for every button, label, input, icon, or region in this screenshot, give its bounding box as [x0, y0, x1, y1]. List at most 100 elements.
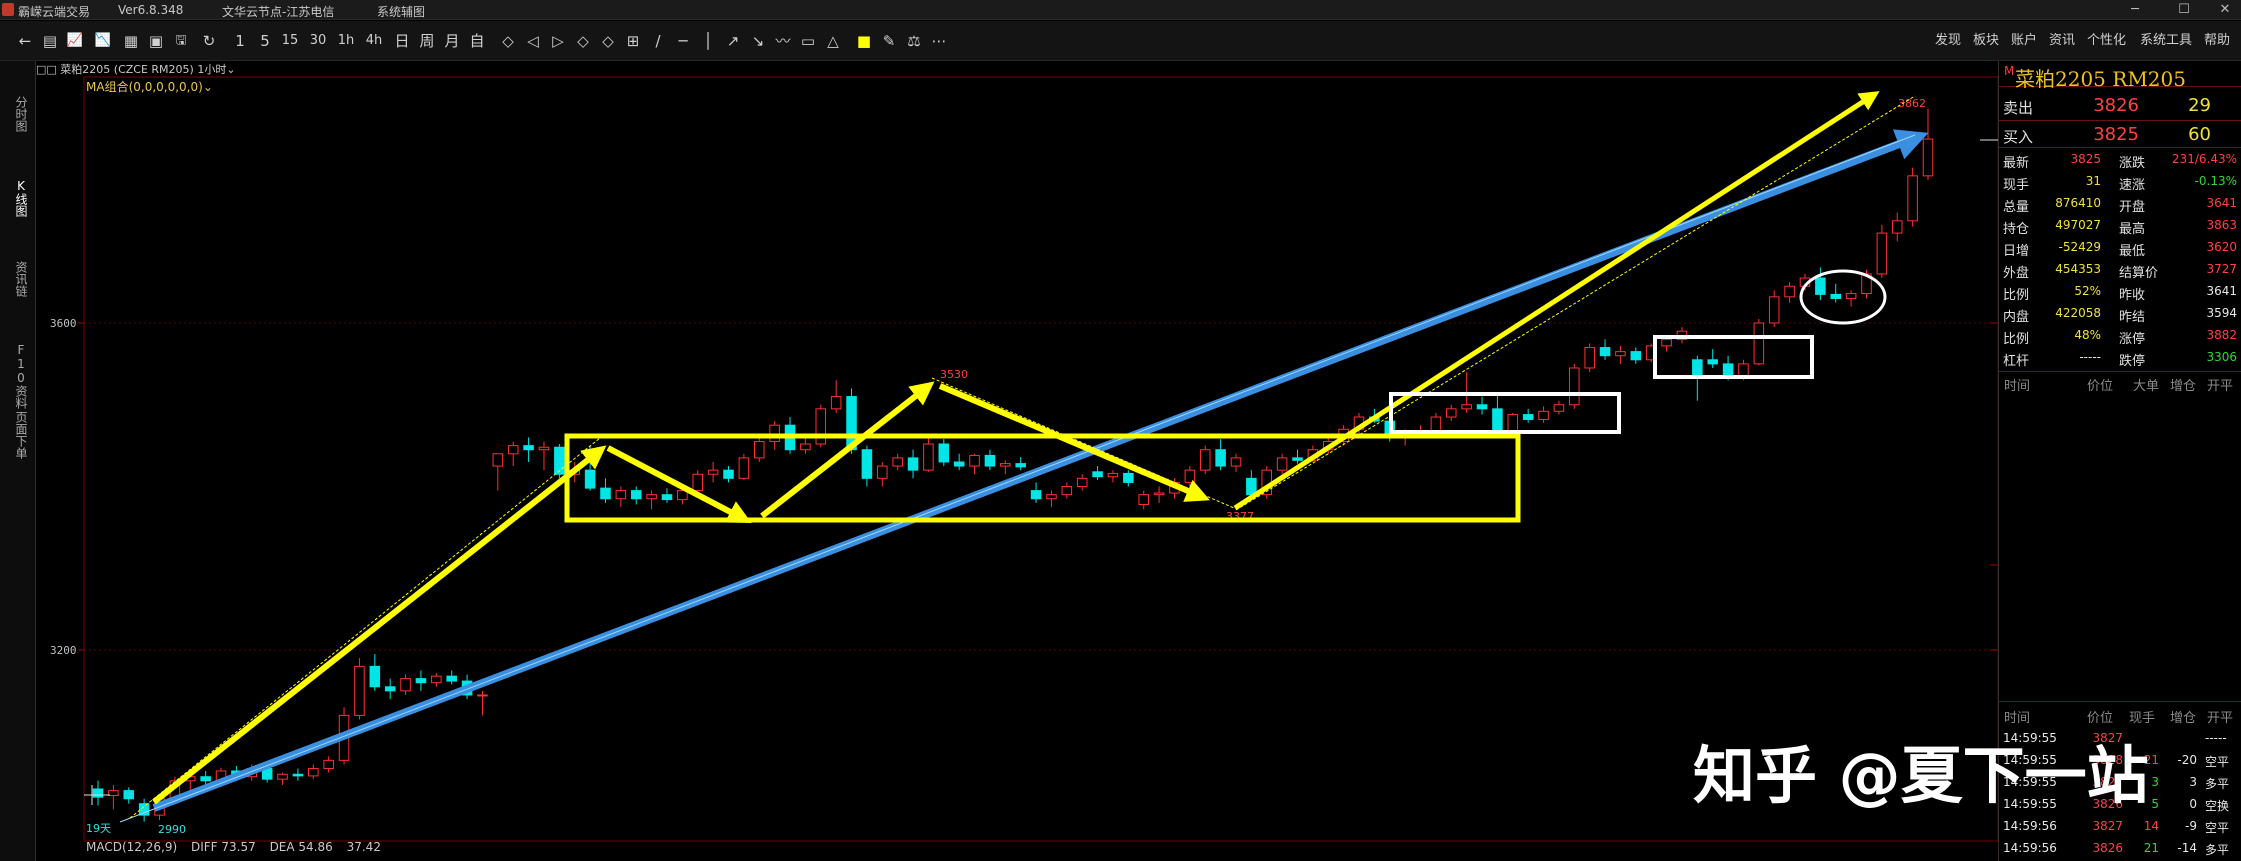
toolbar-icon[interactable]: ⚖ — [903, 29, 925, 53]
quote-title: M 菜粕2205 RM205 — [1999, 61, 2241, 91]
toolbar-icon[interactable]: ↗ — [722, 29, 744, 53]
minimize-button[interactable]: ─ — [2120, 1, 2150, 19]
quote-cell: 231/6.43% — [2171, 152, 2237, 166]
toolbar-icon[interactable]: 15 — [279, 29, 301, 53]
quote-cell: 杠杆 — [2003, 354, 2030, 369]
candle-up — [277, 773, 288, 780]
toolbar-icon[interactable]: 🖫 — [170, 29, 192, 53]
toolbar-icon[interactable]: 📈 — [64, 29, 86, 53]
menu-discover[interactable]: 发现 — [1935, 29, 1961, 53]
candle-down — [1123, 472, 1134, 483]
trade-tick-cell: 空换 — [2205, 799, 2230, 813]
tab-f10[interactable]: F10资料 — [8, 343, 28, 409]
candle-up — [769, 424, 780, 443]
tab-order-page[interactable]: 页面下单 — [8, 411, 28, 459]
toolbar-icon[interactable]: ◇ — [497, 29, 519, 53]
toolbar-icon[interactable]: ✎ — [878, 29, 900, 53]
tab-kline[interactable]: K线图 — [8, 179, 28, 217]
dashed-line-1 — [129, 437, 601, 819]
chevron-down-icon[interactable]: ⌄ — [226, 63, 235, 76]
menu-personalize[interactable]: 个性化 — [2087, 29, 2126, 53]
menu-system-tools[interactable]: 系统工具 — [2140, 29, 2192, 53]
quote-cell: ----- — [2079, 350, 2101, 364]
quote-cell: 比例 — [2003, 332, 2030, 347]
candle-down — [1246, 477, 1257, 496]
toolbar-icon[interactable]: ▭ — [797, 29, 819, 53]
period-select[interactable]: 1小时 — [197, 63, 226, 76]
toolbar-icon[interactable]: ← — [14, 29, 36, 53]
candle-up — [215, 770, 227, 782]
candle-up — [1784, 285, 1795, 298]
candle-down — [630, 490, 642, 500]
toolbar-icon[interactable]: ◇ — [572, 29, 594, 53]
quote-cell: 3306 — [2206, 350, 2237, 364]
candle-up — [400, 678, 411, 692]
toolbar-icon[interactable]: 5 — [254, 29, 276, 53]
candle-up — [338, 714, 350, 761]
toolbar-icon[interactable]: ↻ — [198, 29, 220, 53]
toolbar-icon[interactable]: ▣ — [145, 29, 167, 53]
candle-up — [308, 768, 319, 777]
menu-sector[interactable]: 板块 — [1973, 29, 1999, 53]
toolbar-icon[interactable]: ◇ — [597, 29, 619, 53]
server-menu[interactable]: 文华云节点-江苏电信 — [222, 3, 334, 20]
toolbar-icon[interactable]: ⋯ — [928, 29, 950, 53]
toolbar-icon[interactable]: 月 — [441, 29, 463, 53]
quote-cell: 48% — [2074, 328, 2101, 342]
toolbar-icon[interactable]: ◁ — [522, 29, 544, 53]
toolbar-icon[interactable]: ⊞ — [622, 29, 644, 53]
candle-up — [923, 443, 934, 471]
candle-up — [1230, 457, 1242, 467]
macd-label[interactable]: MACD(12,26,9) — [86, 840, 177, 854]
trade-header-1: 时间 价位 大单 增仓 开平 — [2004, 379, 2234, 394]
toolbar-icon[interactable]: 1h — [335, 29, 357, 53]
candle-down — [292, 773, 304, 777]
toolbar-icon[interactable]: / — [647, 29, 669, 53]
candle-up — [753, 441, 765, 459]
trade-tick-cell: 空平 — [2205, 755, 2230, 769]
toolbar-icon[interactable]: 30 — [307, 29, 329, 53]
menu-news[interactable]: 资讯 — [2049, 29, 2075, 53]
symbol-label[interactable]: □□ 菜粕2205 — [36, 63, 110, 76]
ma-indicator-label[interactable]: MA组合(0,0,0,0,0,0)⌄ — [86, 78, 213, 95]
toolbar-icon[interactable]: ↘ — [747, 29, 769, 53]
toolbar-icon[interactable]: 4h — [363, 29, 385, 53]
toolbar-icon[interactable]: 自 — [466, 29, 488, 53]
sell-row[interactable]: 卖出 3826 29 — [1999, 95, 2241, 117]
system-menu[interactable]: 系统辅图 — [377, 3, 425, 20]
toolbar-icon[interactable]: ▦ — [120, 29, 142, 53]
maximize-button[interactable]: ☐ — [2169, 1, 2199, 19]
candle-up — [1153, 492, 1165, 496]
candle-up — [830, 396, 842, 410]
quote-cell: 昨收 — [2119, 288, 2146, 303]
toolbar-icon[interactable]: 〰 — [772, 29, 794, 53]
quote-cell: 日增 — [2003, 244, 2030, 259]
toolbar-icon[interactable]: │ — [697, 29, 719, 53]
quote-cell: 结算价 — [2119, 266, 2159, 281]
toolbar-icon[interactable]: △ — [822, 29, 844, 53]
candle-up — [1799, 277, 1811, 287]
tab-timeshare[interactable]: 分时图 — [8, 96, 28, 132]
toolbar-icon[interactable]: ▤ — [39, 29, 61, 53]
candle-up — [1338, 428, 1349, 443]
quote-cell: 内盘 — [2003, 310, 2030, 325]
toolbar-icon[interactable]: ▷ — [547, 29, 569, 53]
candle-up — [1353, 416, 1365, 430]
toolbar-icon[interactable]: 日 — [391, 29, 413, 53]
chevron-down-icon[interactable]: ⌄ — [203, 80, 213, 94]
candle-down — [661, 494, 673, 501]
quote-cell: 现手 — [2003, 178, 2030, 193]
candle-down — [523, 445, 534, 451]
buy-row[interactable]: 买入 3825 60 — [1999, 124, 2241, 146]
toolbar-icon[interactable]: ─ — [672, 29, 694, 53]
toolbar-icon[interactable]: ■ — [853, 29, 875, 53]
close-button[interactable]: ✕ — [2210, 1, 2240, 19]
menu-help[interactable]: 帮助 — [2204, 29, 2230, 53]
toolbar-icon[interactable]: 📉 — [92, 29, 114, 53]
app-version: Ver6.8.348 — [118, 3, 184, 17]
toolbar-icon[interactable]: 1 — [229, 29, 251, 53]
tab-info-chain[interactable]: 资讯链 — [8, 261, 28, 297]
menu-account[interactable]: 账户 — [2011, 29, 2037, 53]
toolbar-icon[interactable]: 周 — [416, 29, 438, 53]
quote-cell: 涨跌 — [2119, 156, 2146, 171]
